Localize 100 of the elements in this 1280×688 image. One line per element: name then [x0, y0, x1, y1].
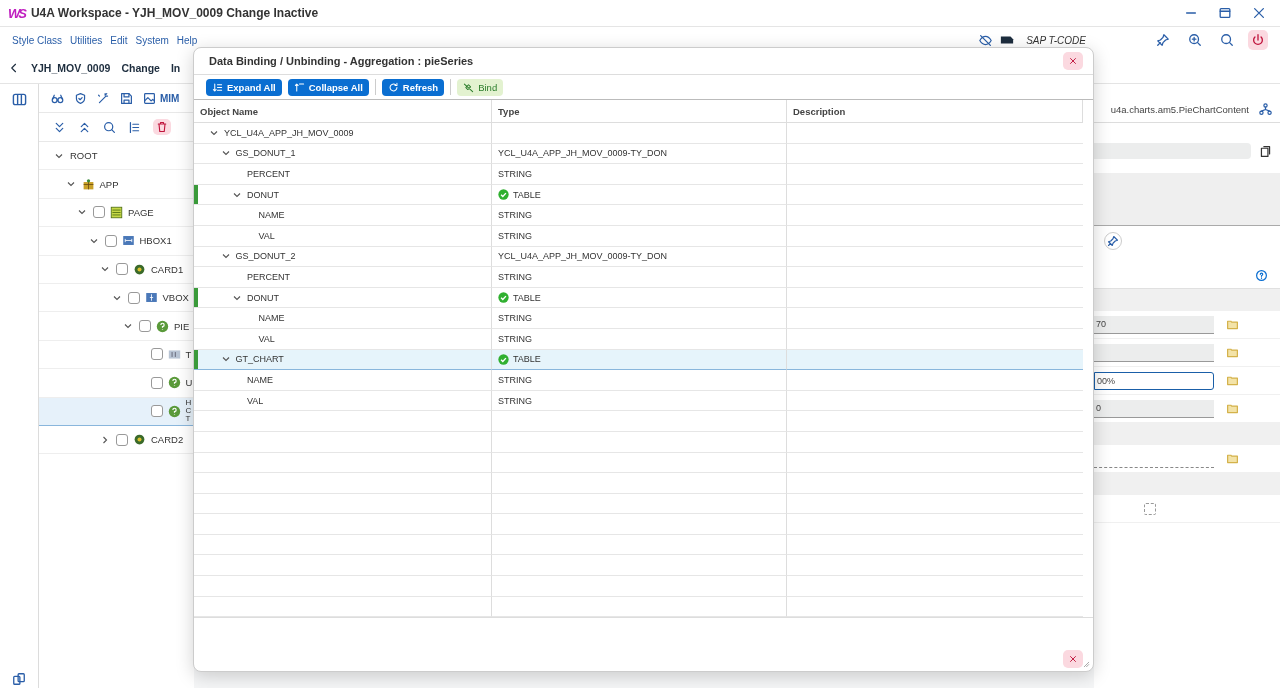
table-cell: STRING	[492, 308, 787, 329]
tree-label: U	[185, 377, 193, 389]
help-icon[interactable]	[1255, 268, 1268, 282]
checkbox[interactable]	[116, 263, 128, 276]
hierarchy-icon[interactable]	[1259, 102, 1272, 116]
checkbox[interactable]	[93, 206, 105, 219]
page-icon	[110, 205, 123, 219]
dialog-title: Data Binding / Unbinding - Aggregation : pieSeries	[209, 55, 474, 67]
input-field[interactable]: 70	[1094, 315, 1214, 334]
table-cell[interactable]: NAME	[194, 205, 492, 226]
checkbox[interactable]	[139, 320, 151, 333]
gear-icon	[133, 433, 146, 447]
table-cell[interactable]: PERCENT	[194, 267, 492, 288]
table-cell: STRING	[492, 205, 787, 226]
question-icon	[167, 376, 181, 390]
text-field-icon	[167, 347, 181, 361]
expand-all-icon[interactable]	[53, 120, 66, 134]
table-cell[interactable]: GS_DONUT_2	[194, 246, 492, 268]
tree-label: CARD2	[151, 434, 184, 446]
close-icon[interactable]	[1252, 6, 1266, 20]
refresh-icon	[387, 81, 399, 93]
app-logo: WS	[8, 5, 25, 21]
column-header[interactable]: Type	[492, 100, 787, 123]
menu-item[interactable]: Utilities	[70, 34, 103, 46]
checkbox[interactable]	[127, 291, 140, 304]
pin-icon[interactable]	[1107, 235, 1119, 247]
table-cell: TABLE	[492, 184, 787, 206]
save-icon[interactable]	[120, 91, 133, 105]
tree-row[interactable]: HCT	[39, 397, 194, 426]
expand-button[interactable]: Expand All	[206, 78, 282, 96]
window-title: U4A Workspace - YJH_MOV_0009 Change Inactive	[30, 6, 319, 20]
gear-icon	[133, 262, 146, 276]
copy-icon[interactable]	[1259, 144, 1272, 158]
collapse-all-icon[interactable]	[78, 120, 91, 134]
close-icon	[1068, 56, 1078, 66]
list-icon[interactable]	[128, 120, 141, 134]
zoom-in-icon[interactable]	[1188, 33, 1202, 47]
tree-row[interactable]: VBOX	[39, 283, 194, 313]
checkbox[interactable]	[104, 234, 117, 247]
delete-icon[interactable]	[156, 121, 168, 133]
table-cell[interactable]: YCL_U4A_APP_JH_MOV_0009	[194, 123, 492, 144]
text-field[interactable]	[1094, 143, 1251, 159]
search-icon[interactable]	[1220, 33, 1234, 47]
menu-item[interactable]: Help	[176, 34, 198, 46]
input-field[interactable]: 0	[1094, 399, 1214, 418]
table-cell[interactable]: VAL	[194, 225, 492, 247]
menu-item[interactable]: Edit	[110, 34, 128, 46]
table-cell: YCL_U4A_APP_JH_MOV_0009-TY_DON	[492, 246, 787, 268]
menu-item[interactable]: Style Class	[12, 34, 62, 46]
mime-label[interactable]: MIM	[160, 92, 180, 104]
table-cell[interactable]: PERCENT	[194, 164, 492, 185]
copy-icon[interactable]	[12, 672, 26, 686]
table-cell[interactable]: DONUT	[194, 287, 492, 309]
close-button[interactable]	[1063, 650, 1083, 669]
menu-item[interactable]: System	[135, 34, 169, 46]
expand-icon	[212, 81, 223, 93]
table-cell[interactable]: GT_CHART	[194, 349, 492, 371]
table-cell[interactable]: VAL	[194, 390, 492, 412]
hbox-icon	[121, 234, 135, 248]
shield-icon[interactable]	[74, 91, 87, 105]
tree-label: APP	[99, 178, 119, 190]
app-icon	[81, 177, 95, 191]
checkbox[interactable]	[116, 433, 128, 446]
power-icon[interactable]	[1251, 33, 1265, 47]
magic-wand-icon[interactable]	[97, 91, 110, 105]
table-cell: STRING	[492, 164, 787, 185]
table-cell[interactable]: GS_DONUT_1	[194, 143, 492, 165]
collapse-icon	[293, 81, 305, 93]
tcode-label[interactable]: SAP T-CODE	[1026, 34, 1086, 46]
checkbox[interactable]	[150, 348, 163, 361]
tree-label: PIE	[174, 320, 190, 332]
bind-button[interactable]: Bind	[457, 78, 504, 96]
checkbox[interactable]	[150, 405, 163, 418]
table-cell[interactable]: NAME	[194, 308, 492, 329]
column-header[interactable]: Object Name	[194, 100, 492, 123]
table-cell[interactable]: NAME	[194, 370, 492, 391]
mode-label: Change	[121, 62, 160, 74]
checkbox[interactable]	[1144, 502, 1156, 515]
image-icon[interactable]	[143, 91, 156, 105]
columns-icon[interactable]	[11, 92, 27, 107]
input-field[interactable]	[1094, 343, 1214, 362]
collapse-button[interactable]: Collapse All	[287, 78, 369, 96]
refresh-button[interactable]: Refresh	[381, 78, 445, 96]
table-cell: STRING	[492, 328, 787, 350]
table-cell: YCL_U4A_APP_JH_MOV_0009-TY_DON	[492, 143, 787, 165]
table-cell[interactable]: DONUT	[194, 184, 492, 206]
table-cell: STRING	[492, 267, 787, 288]
checkbox[interactable]	[150, 376, 163, 389]
search-icon[interactable]	[103, 120, 116, 134]
question-icon	[167, 404, 181, 418]
column-header[interactable]: Description	[787, 100, 1083, 123]
pin-icon[interactable]	[1156, 33, 1170, 47]
table-cell: TABLE	[492, 287, 787, 309]
table-cell[interactable]: VAL	[194, 328, 492, 350]
input-field[interactable]: 00%	[1094, 371, 1214, 390]
hidden-icon[interactable]	[979, 33, 993, 47]
resize-grip-icon	[1082, 660, 1091, 669]
maximize-icon[interactable]	[1218, 6, 1232, 20]
tree-label: HBOX1	[139, 235, 172, 247]
close-button[interactable]	[1063, 52, 1083, 70]
